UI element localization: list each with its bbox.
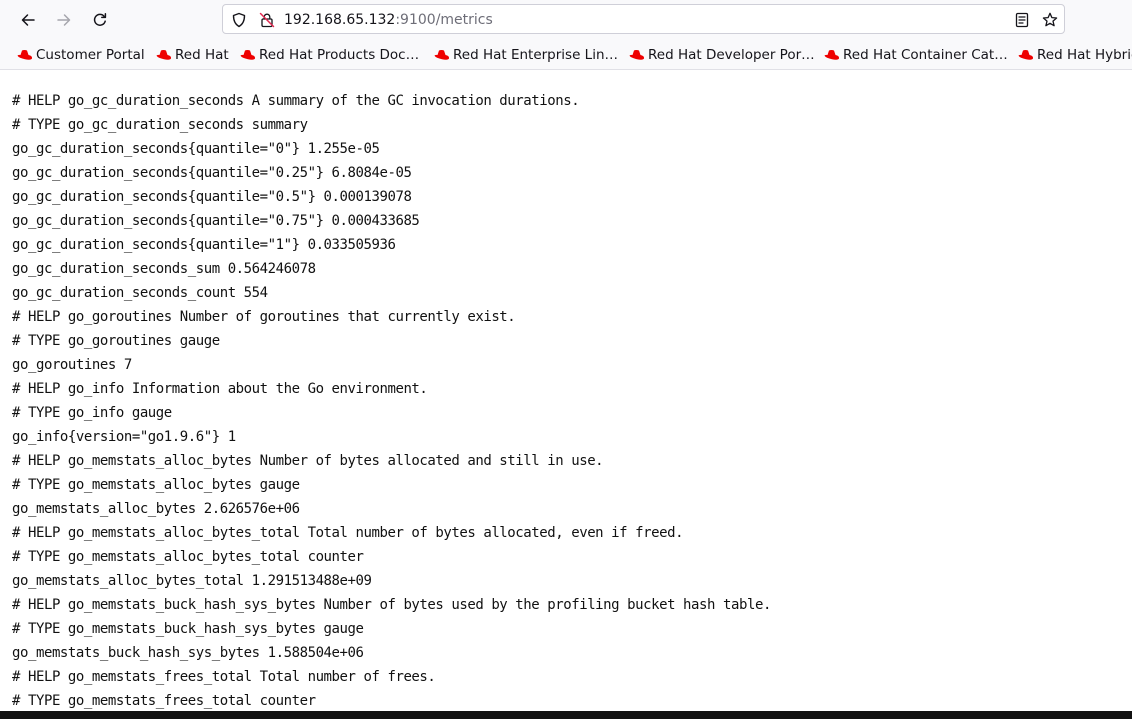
metric-line: # TYPE go_goroutines gauge	[12, 333, 220, 349]
bookmark-red-hat-products-docs[interactable]: Red Hat Products Doc…	[239, 46, 419, 64]
metric-line: # TYPE go_memstats_frees_total counter	[12, 693, 316, 709]
bookmark-label: Red Hat Products Doc…	[259, 47, 420, 63]
metric-line: go_memstats_buck_hash_sys_bytes 1.588504…	[12, 645, 364, 661]
red-hat-icon	[17, 50, 33, 60]
metric-line: go_gc_duration_seconds{quantile="0.5"} 0…	[12, 189, 412, 205]
metric-line: # HELP go_memstats_alloc_bytes Number of…	[12, 453, 604, 469]
arrow-right-icon	[57, 14, 71, 26]
shield-icon[interactable]	[231, 12, 247, 28]
bookmark-red-hat-hybrid[interactable]: Red Hat Hybrid	[1017, 46, 1132, 64]
metric-line: # TYPE go_memstats_alloc_bytes gauge	[12, 477, 300, 493]
metric-line: # HELP go_memstats_frees_total Total num…	[12, 669, 436, 685]
metric-line: # HELP go_gc_duration_seconds A summary …	[12, 93, 580, 109]
red-hat-icon	[629, 50, 645, 60]
metric-line: go_gc_duration_seconds{quantile="0"} 1.2…	[12, 141, 380, 157]
red-hat-icon	[824, 50, 840, 60]
reader-view-icon[interactable]	[1014, 12, 1030, 28]
arrow-left-icon	[21, 14, 35, 26]
metric-line: # HELP go_goroutines Number of goroutine…	[12, 309, 516, 325]
page-content: # HELP go_gc_duration_seconds A summary …	[0, 70, 1132, 711]
bookmark-label: Red Hat Enterprise Lin…	[453, 47, 619, 63]
metric-line: # HELP go_info Information about the Go …	[12, 381, 428, 397]
metric-line: go_gc_duration_seconds{quantile="1"} 0.0…	[12, 237, 396, 253]
bookmark-label: Red Hat	[175, 47, 229, 63]
metric-line: # TYPE go_info gauge	[12, 405, 172, 421]
bookmark-label: Customer Portal	[36, 47, 145, 63]
metrics-text: # HELP go_gc_duration_seconds A summary …	[12, 89, 771, 711]
back-button[interactable]	[14, 6, 42, 34]
url-text[interactable]: 192.168.65.132:9100/metrics	[284, 11, 493, 29]
forward-button[interactable]	[50, 6, 78, 34]
bookmark-label: Red Hat Developer Por…	[648, 47, 815, 63]
bookmark-red-hat-container-catalog[interactable]: Red Hat Container Cat…	[823, 46, 1008, 64]
bookmark-label: Red Hat Hybrid	[1037, 47, 1132, 63]
metric-line: # TYPE go_memstats_buck_hash_sys_bytes g…	[12, 621, 364, 637]
metric-line: go_gc_duration_seconds_count 554	[12, 285, 268, 301]
metric-line: go_goroutines 7	[12, 357, 132, 373]
metric-line: # HELP go_memstats_alloc_bytes_total Tot…	[12, 525, 684, 541]
url-host: 192.168.65.132	[284, 12, 396, 28]
taskbar-edge	[0, 711, 1132, 719]
metric-line: go_gc_duration_seconds{quantile="0.75"} …	[12, 213, 420, 229]
navigation-toolbar: 192.168.65.132:9100/metrics	[0, 0, 1132, 40]
insecure-lock-icon[interactable]	[259, 12, 275, 28]
red-hat-icon	[1018, 50, 1034, 60]
bookmark-label: Red Hat Container Cat…	[843, 47, 1008, 63]
reload-icon	[93, 13, 107, 26]
bookmark-star-icon[interactable]	[1042, 12, 1058, 28]
bookmark-red-hat[interactable]: Red Hat	[155, 46, 229, 64]
bookmark-red-hat-developer-portal[interactable]: Red Hat Developer Por…	[628, 46, 815, 64]
bookmarks-toolbar: Customer Portal Red Hat Red Hat Products…	[0, 40, 1132, 70]
metric-line: # TYPE go_gc_duration_seconds summary	[12, 117, 308, 133]
red-hat-icon	[156, 50, 172, 60]
reload-button[interactable]	[86, 6, 114, 34]
red-hat-icon	[434, 50, 450, 60]
metric-line: go_memstats_alloc_bytes 2.626576e+06	[12, 501, 300, 517]
metric-line: go_info{version="go1.9.6"} 1	[12, 429, 236, 445]
bookmark-red-hat-enterprise-linux[interactable]: Red Hat Enterprise Lin…	[433, 46, 618, 64]
metric-line: # HELP go_memstats_buck_hash_sys_bytes N…	[12, 597, 771, 613]
metric-line: go_memstats_alloc_bytes_total 1.29151348…	[12, 573, 372, 589]
address-bar[interactable]: 192.168.65.132:9100/metrics	[222, 4, 1065, 34]
url-path: :9100/metrics	[395, 12, 493, 28]
metric-line: go_gc_duration_seconds_sum 0.564246078	[12, 261, 316, 277]
red-hat-icon	[240, 50, 256, 60]
metric-line: # TYPE go_memstats_alloc_bytes_total cou…	[12, 549, 364, 565]
bookmark-customer-portal[interactable]: Customer Portal	[16, 46, 145, 64]
metric-line: go_gc_duration_seconds{quantile="0.25"} …	[12, 165, 412, 181]
